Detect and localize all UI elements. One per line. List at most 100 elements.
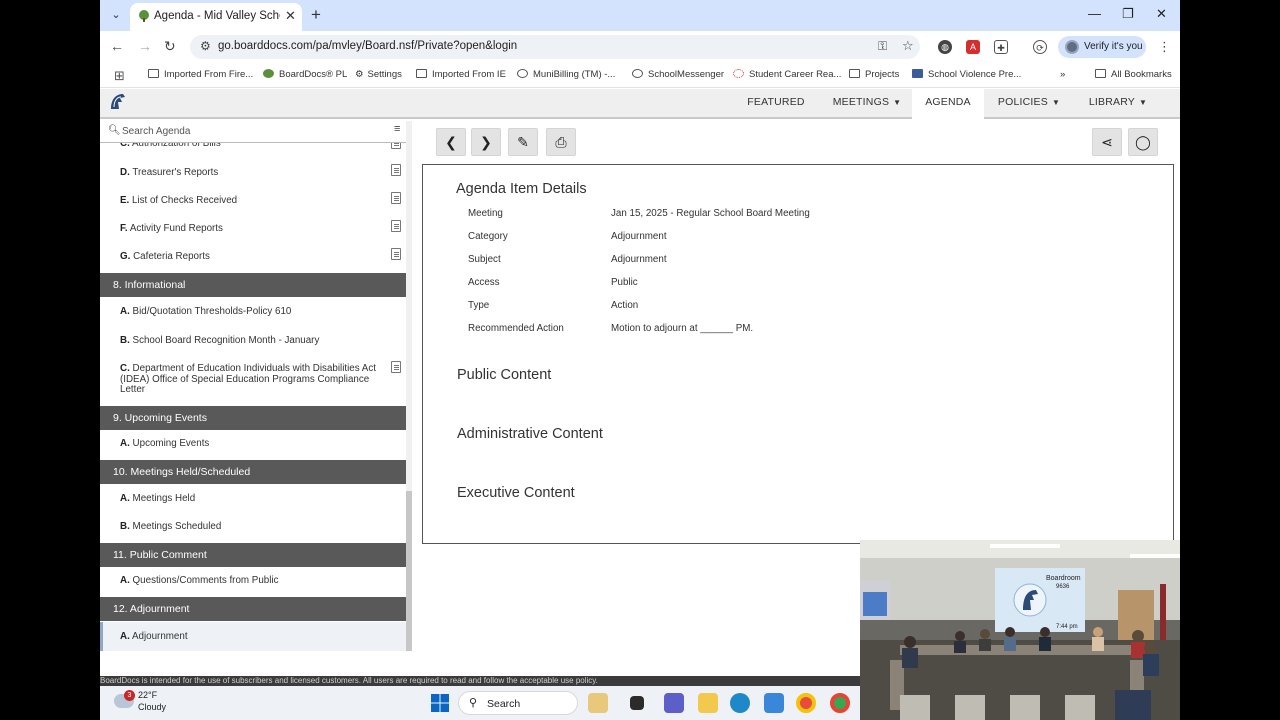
forward-icon[interactable]: → [138,38,152,54]
search-input[interactable]: Search Agenda [122,126,190,137]
spartan-logo-icon[interactable] [107,91,129,113]
windows-start-icon[interactable] [430,693,450,713]
restore-icon[interactable]: ❐ [1122,6,1134,22]
section-header[interactable]: 11. Public Comment [100,543,406,567]
verify-profile-button[interactable]: Verify it's you [1058,36,1146,58]
nav-policies[interactable]: POLICIES ▼ [986,89,1072,119]
file-explorer-icon[interactable] [698,693,718,713]
password-key-icon[interactable]: ⚿ [878,39,887,54]
nav-meetings[interactable]: MEETINGS ▼ [818,89,916,119]
list-item[interactable]: A. Bid/Quotation Thresholds-Policy 610 [100,301,406,327]
sidebar-scrollbar[interactable] [406,121,412,651]
comment-button[interactable]: ◯ [1128,128,1158,156]
chrome-profile-icon[interactable] [830,693,850,713]
edit-pencil-button[interactable]: ✎ [508,128,538,156]
section-header[interactable]: 9. Upcoming Events [100,406,406,430]
chrome-icon[interactable] [796,693,816,713]
address-row: ← → ↻ ⚙ go.boarddocs.com/pa/mvley/Board.… [100,31,1180,63]
site-info-icon[interactable]: ⚙ [200,39,211,53]
bookmark-item[interactable]: Imported From Fire... [148,69,253,80]
search-icon: 🔍︎ [108,125,121,136]
next-item-button[interactable]: ❯ [471,128,501,156]
administrative-content-heading[interactable]: Administrative Content [457,426,603,442]
list-item[interactable]: G. Cafeteria Reports [100,246,406,272]
letterbox-left [0,0,100,720]
weather-widget[interactable]: 3 22°F Cloudy [114,690,174,716]
apps-grid-icon[interactable]: ⊞ [114,68,125,84]
bookmark-item[interactable]: BoardDocs® PL [263,69,347,80]
document-icon[interactable] [391,220,401,232]
bookmark-item[interactable]: SchoolMessenger [632,69,724,80]
list-item-selected[interactable]: A. Adjournment [100,622,406,651]
back-icon[interactable]: ← [110,38,124,54]
extension-circle-icon[interactable]: ◍ [938,40,952,54]
share-button[interactable]: ⋖ [1092,128,1122,156]
list-item[interactable]: A. Questions/Comments from Public [100,570,406,596]
section-header[interactable]: 12. Adjournment [100,597,406,621]
executive-content-heading[interactable]: Executive Content [457,485,575,501]
widgets-icon[interactable] [588,693,608,713]
document-icon[interactable] [391,361,401,373]
tab-close-icon[interactable]: ✕ [285,8,296,24]
video-screen-title: Boardroom [1046,575,1081,582]
bookmark-item[interactable]: ⚙ Settings [355,69,402,80]
store-icon[interactable] [764,693,784,713]
list-item[interactable]: D. Treasurer's Reports [100,161,406,187]
browser-tab[interactable]: Agenda - Mid Valley School Di ✕ [130,3,302,31]
folder-icon [1095,69,1106,78]
footer-notice: BoardDocs is intended for the use of sub… [100,676,860,686]
hamburger-menu-icon[interactable]: ≡ [394,123,400,135]
teams-icon[interactable] [664,693,684,713]
task-view-icon[interactable] [630,696,644,710]
address-bar[interactable]: ⚙ go.boarddocs.com/pa/mvley/Board.nsf/Pr… [190,35,920,59]
list-item[interactable]: B. Meetings Scheduled [100,515,406,541]
nav-library[interactable]: LIBRARY ▼ [1080,89,1156,119]
profile-avatar-icon [1065,40,1079,54]
bookmark-item[interactable]: Projects [849,69,899,80]
public-content-heading[interactable]: Public Content [457,367,551,383]
all-bookmarks[interactable]: All Bookmarks [1095,69,1172,80]
document-icon[interactable] [391,248,401,260]
bookmark-item[interactable]: School Violence Pre... [912,69,1021,80]
list-item[interactable]: B. School Board Recognition Month - Janu… [100,329,406,355]
list-item[interactable]: A. Meetings Held [100,487,406,513]
weather-desc: Cloudy [138,702,167,712]
list-item[interactable]: A. Upcoming Events [100,433,406,459]
bookmark-star-icon[interactable]: ☆ [902,38,914,54]
taskbar-search[interactable]: ⚲ Search [458,691,578,715]
verify-label: Verify it's you [1084,41,1143,52]
reload-icon[interactable]: ↻ [164,38,176,55]
section-header[interactable]: 8. Informational [100,273,406,297]
more-bookmarks-icon[interactable]: » [1060,69,1065,80]
document-icon[interactable] [391,164,401,176]
bookmark-item[interactable]: Imported From IE [416,69,506,80]
sync-icon[interactable]: ⟳ [1033,40,1047,54]
browser-menu-icon[interactable]: ⋮ [1158,39,1171,55]
section-header[interactable]: 10. Meetings Held/Scheduled [100,460,406,484]
nav-featured[interactable]: FEATURED [740,89,812,119]
scrollbar-thumb[interactable] [406,491,412,651]
list-item[interactable]: C. Department of Education Individuals w… [100,359,406,405]
bookmarks-bar: ⊞ Imported From Fire... BoardDocs® PL ⚙ S… [100,63,1180,88]
list-item[interactable]: F. Activity Fund Reports [100,218,406,244]
previous-item-button[interactable]: ❮ [436,128,466,156]
bookmark-item[interactable]: Student Career Rea... [733,69,841,80]
window-close-icon[interactable]: ✕ [1156,6,1167,22]
minimize-icon[interactable]: — [1088,6,1101,21]
tree-favicon-icon [139,10,149,22]
agenda-item-details: Agenda Item Details Meeting Jan 15, 2025 … [422,164,1174,544]
folder-icon [416,69,427,78]
tab-search-icon[interactable]: ⌄ [106,5,126,25]
print-button[interactable]: ⎙ [546,128,576,156]
pdf-extension-icon[interactable]: A [966,40,980,54]
edge-icon[interactable] [730,693,750,713]
nav-agenda[interactable]: AGENDA [912,89,984,119]
boarddocs-header: FEATURED MEETINGS ▼ AGENDA POLICIES ▼ LIBR… [100,89,1180,119]
bookmark-item[interactable]: MuniBilling (TM) -... [517,69,615,80]
document-icon[interactable] [391,192,401,204]
new-tab-icon[interactable]: + [311,5,321,25]
extensions-puzzle-icon[interactable]: ✚ [994,40,1008,54]
video-screen-time: 7:44 pm [1056,624,1078,630]
agenda-sidebar: C. Authorization of Bills D. Treasurer's… [100,121,406,651]
list-item[interactable]: E. List of Checks Received [100,189,406,215]
